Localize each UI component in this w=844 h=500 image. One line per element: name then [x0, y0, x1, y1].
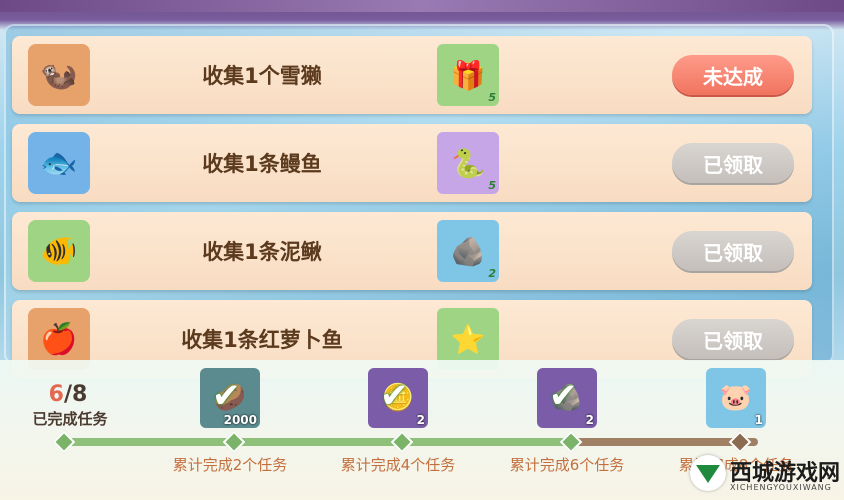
checkmark-icon: ✔: [212, 376, 241, 416]
task-label: 收集1条泥鳅: [202, 240, 322, 264]
claimed-button[interactable]: 已领取: [672, 319, 794, 359]
task-row: 🐟 收集1条鳗鱼 🐍 5 已领取: [12, 124, 812, 202]
progress-track-fill: [58, 438, 568, 446]
milestone-count: 1: [754, 413, 763, 427]
checkmark-icon: ✔: [380, 376, 409, 416]
cushion-icon[interactable]: 🪨 ✔ 2: [537, 368, 597, 428]
task-row: 🦦 收集1个雪獭 🎁 5 未达成: [12, 36, 812, 114]
gift-box-icon[interactable]: 🎁 5: [437, 44, 499, 106]
pig-outfit-icon[interactable]: 🐷 1: [706, 368, 766, 428]
snake-icon[interactable]: 🐍 5: [437, 132, 499, 194]
milestone-count: 2: [416, 413, 425, 427]
pillow-icon[interactable]: 🪨 2: [437, 220, 499, 282]
reward-count: 2: [488, 267, 496, 280]
watermark-subtitle: XICHENGYOUXIWANG: [730, 483, 832, 492]
unfinished-button[interactable]: 未达成: [672, 55, 794, 95]
watermark: 西城游戏网 XICHENGYOUXIWANG: [690, 455, 840, 495]
milestone-label: 累计完成4个任务: [340, 456, 456, 474]
task-row: 🐠 收集1条泥鳅 🪨 2 已领取: [12, 212, 812, 290]
reward-count: 5: [488, 179, 496, 192]
snow-otter-icon: 🦦: [28, 44, 90, 106]
progress-count: 6/8: [38, 382, 98, 407]
watermark-logo-icon: [690, 455, 726, 491]
reward-count: 5: [488, 91, 496, 104]
progress-done: 6: [48, 382, 64, 407]
task-label: 收集1个雪獭: [202, 64, 322, 88]
progress-total: /8: [63, 382, 88, 407]
eel-icon: 🐟: [28, 132, 90, 194]
claimed-button[interactable]: 已领取: [672, 231, 794, 271]
progress-label: 已完成任务: [32, 410, 108, 428]
top-banner: [0, 0, 844, 12]
milestone-label: 累计完成2个任务: [172, 456, 288, 474]
milestone-count: 2000: [223, 413, 257, 427]
coin-bag-icon[interactable]: 🥔 ✔ 2000: [200, 368, 260, 428]
milestone-count: 2: [585, 413, 594, 427]
loach-icon: 🐠: [28, 220, 90, 282]
claimed-button[interactable]: 已领取: [672, 143, 794, 183]
task-label: 收集1条鳗鱼: [202, 152, 322, 176]
coin-icon[interactable]: 🪙 ✔ 2: [368, 368, 428, 428]
milestone-label: 累计完成6个任务: [509, 456, 625, 474]
checkmark-icon: ✔: [549, 376, 578, 416]
